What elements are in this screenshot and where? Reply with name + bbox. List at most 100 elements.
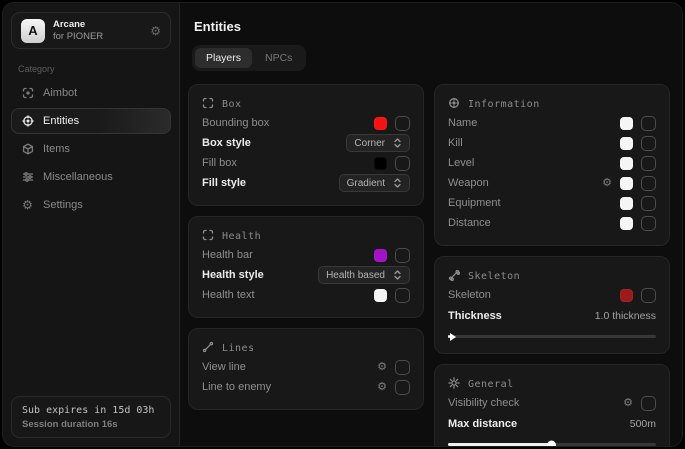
panel-skeleton: Skeleton Skeleton Thickness 1.0 thicknes… [434,256,670,354]
left-column: Box Bounding box Box style Corner [188,84,424,410]
gear-icon[interactable]: ⚙ [377,362,387,373]
bone-icon [448,269,460,284]
visibility-check-checkbox[interactable] [641,396,656,411]
setting-label: Level [448,157,474,169]
color-swatch[interactable] [620,177,633,190]
sidebar-item-label: Aimbot [43,87,77,99]
setting-row-kill: Kill [448,133,656,153]
panel-grid: Box Bounding box Box style Corner [188,84,670,446]
setting-row-distance: Distance [448,213,656,233]
sidebar-nav: Aimbot Entities [3,80,179,218]
setting-label: Health text [202,289,255,301]
color-swatch[interactable] [620,289,633,302]
panel-box: Box Bounding box Box style Corner [188,84,424,206]
setting-label: Equipment [448,197,501,209]
setting-label: View line [202,361,246,373]
line-to-enemy-checkbox[interactable] [395,380,410,395]
color-swatch[interactable] [374,289,387,302]
box-style-dropdown[interactable]: Corner [346,134,410,152]
setting-row-name: Name [448,113,656,133]
sidebar-item-settings[interactable]: ⚙ Settings [11,192,171,218]
thickness-value: 1.0 thickness [595,310,656,322]
view-line-checkbox[interactable] [395,360,410,375]
items-icon [21,143,34,155]
max-distance-slider-thumb[interactable] [547,440,556,446]
health-bar-checkbox[interactable] [395,248,410,263]
color-swatch[interactable] [620,157,633,170]
gear-icon[interactable]: ⚙ [377,382,387,393]
color-swatch[interactable] [374,249,387,262]
name-checkbox[interactable] [641,116,656,131]
sidebar-item-aimbot[interactable]: Aimbot [11,80,171,106]
setting-label: Line to enemy [202,381,271,393]
sidebar-item-items[interactable]: Items [11,136,171,162]
app-name: Arcane [53,19,103,31]
setting-row-health-text: Health text [202,285,410,305]
kill-checkbox[interactable] [641,136,656,151]
health-scan-icon [202,229,214,244]
tab-npcs[interactable]: NPCs [254,48,303,68]
color-swatch[interactable] [620,137,633,150]
bounding-box-checkbox[interactable] [395,116,410,131]
fill-style-dropdown[interactable]: Gradient [339,174,410,192]
setting-row-visibility-check: Visibility check ⚙ [448,393,656,413]
setting-row-skeleton: Skeleton [448,285,656,305]
level-checkbox[interactable] [641,156,656,171]
aimbot-icon [21,87,34,99]
setting-label: Box style [202,137,251,149]
panel-title: General [468,379,514,390]
skeleton-checkbox[interactable] [641,288,656,303]
gear-icon[interactable]: ⚙ [623,398,633,409]
setting-label: Weapon [448,177,489,189]
app-logo: A [21,19,45,43]
app-window: A Arcane for PIONER ⚙ Category Aimbot [2,2,683,447]
equipment-checkbox[interactable] [641,196,656,211]
gear-icon[interactable]: ⚙ [602,178,612,189]
main-content: Entities Players NPCs Box [180,3,682,446]
right-column: Information Name Kill [434,84,670,446]
health-style-dropdown[interactable]: Health based [318,266,410,284]
box-scan-icon [202,97,214,112]
sidebar-item-miscellaneous[interactable]: Miscellaneous [11,164,171,190]
setting-row-box-style: Box style Corner [202,133,410,153]
weapon-checkbox[interactable] [641,176,656,191]
setting-row-health-style: Health style Health based [202,265,410,285]
sidebar-item-label: Miscellaneous [43,171,113,183]
app-subtitle: for PIONER [53,31,103,43]
setting-row-fill-box: Fill box [202,153,410,173]
panel-title: Box [222,99,242,110]
sidebar-item-label: Entities [43,115,79,127]
sun-icon [448,377,460,392]
max-distance-slider[interactable] [448,440,656,446]
line-icon [202,341,214,356]
setting-row-level: Level [448,153,656,173]
health-text-checkbox[interactable] [395,288,410,303]
thickness-slider[interactable] [448,332,656,341]
setting-label: Bounding box [202,117,269,129]
color-swatch[interactable] [620,117,633,130]
setting-label: Max distance [448,418,517,430]
thickness-slider-thumb[interactable] [450,333,456,341]
color-swatch[interactable] [374,157,387,170]
session-duration-text: Session duration 16s [22,419,160,430]
sidebar-item-entities[interactable]: Entities [11,108,171,134]
tab-players[interactable]: Players [195,48,252,68]
setting-label: Thickness [448,310,502,322]
logo-card: A Arcane for PIONER ⚙ [11,12,171,49]
category-label: Category [18,64,179,74]
color-swatch[interactable] [620,217,633,230]
setting-label: Fill box [202,157,237,169]
fill-box-checkbox[interactable] [395,156,410,171]
panel-title: Lines [222,343,255,354]
gear-icon[interactable]: ⚙ [150,24,161,38]
color-swatch[interactable] [374,117,387,130]
setting-row-thickness: Thickness 1.0 thickness [448,305,656,326]
color-swatch[interactable] [620,197,633,210]
distance-checkbox[interactable] [641,216,656,231]
dropdown-value: Health based [326,270,385,281]
setting-label: Health bar [202,249,253,261]
dropdown-value: Corner [354,138,385,149]
setting-row-line-to-enemy: Line to enemy ⚙ [202,377,410,397]
entities-icon [21,115,34,127]
setting-row-max-distance: Max distance 500m [448,413,656,434]
